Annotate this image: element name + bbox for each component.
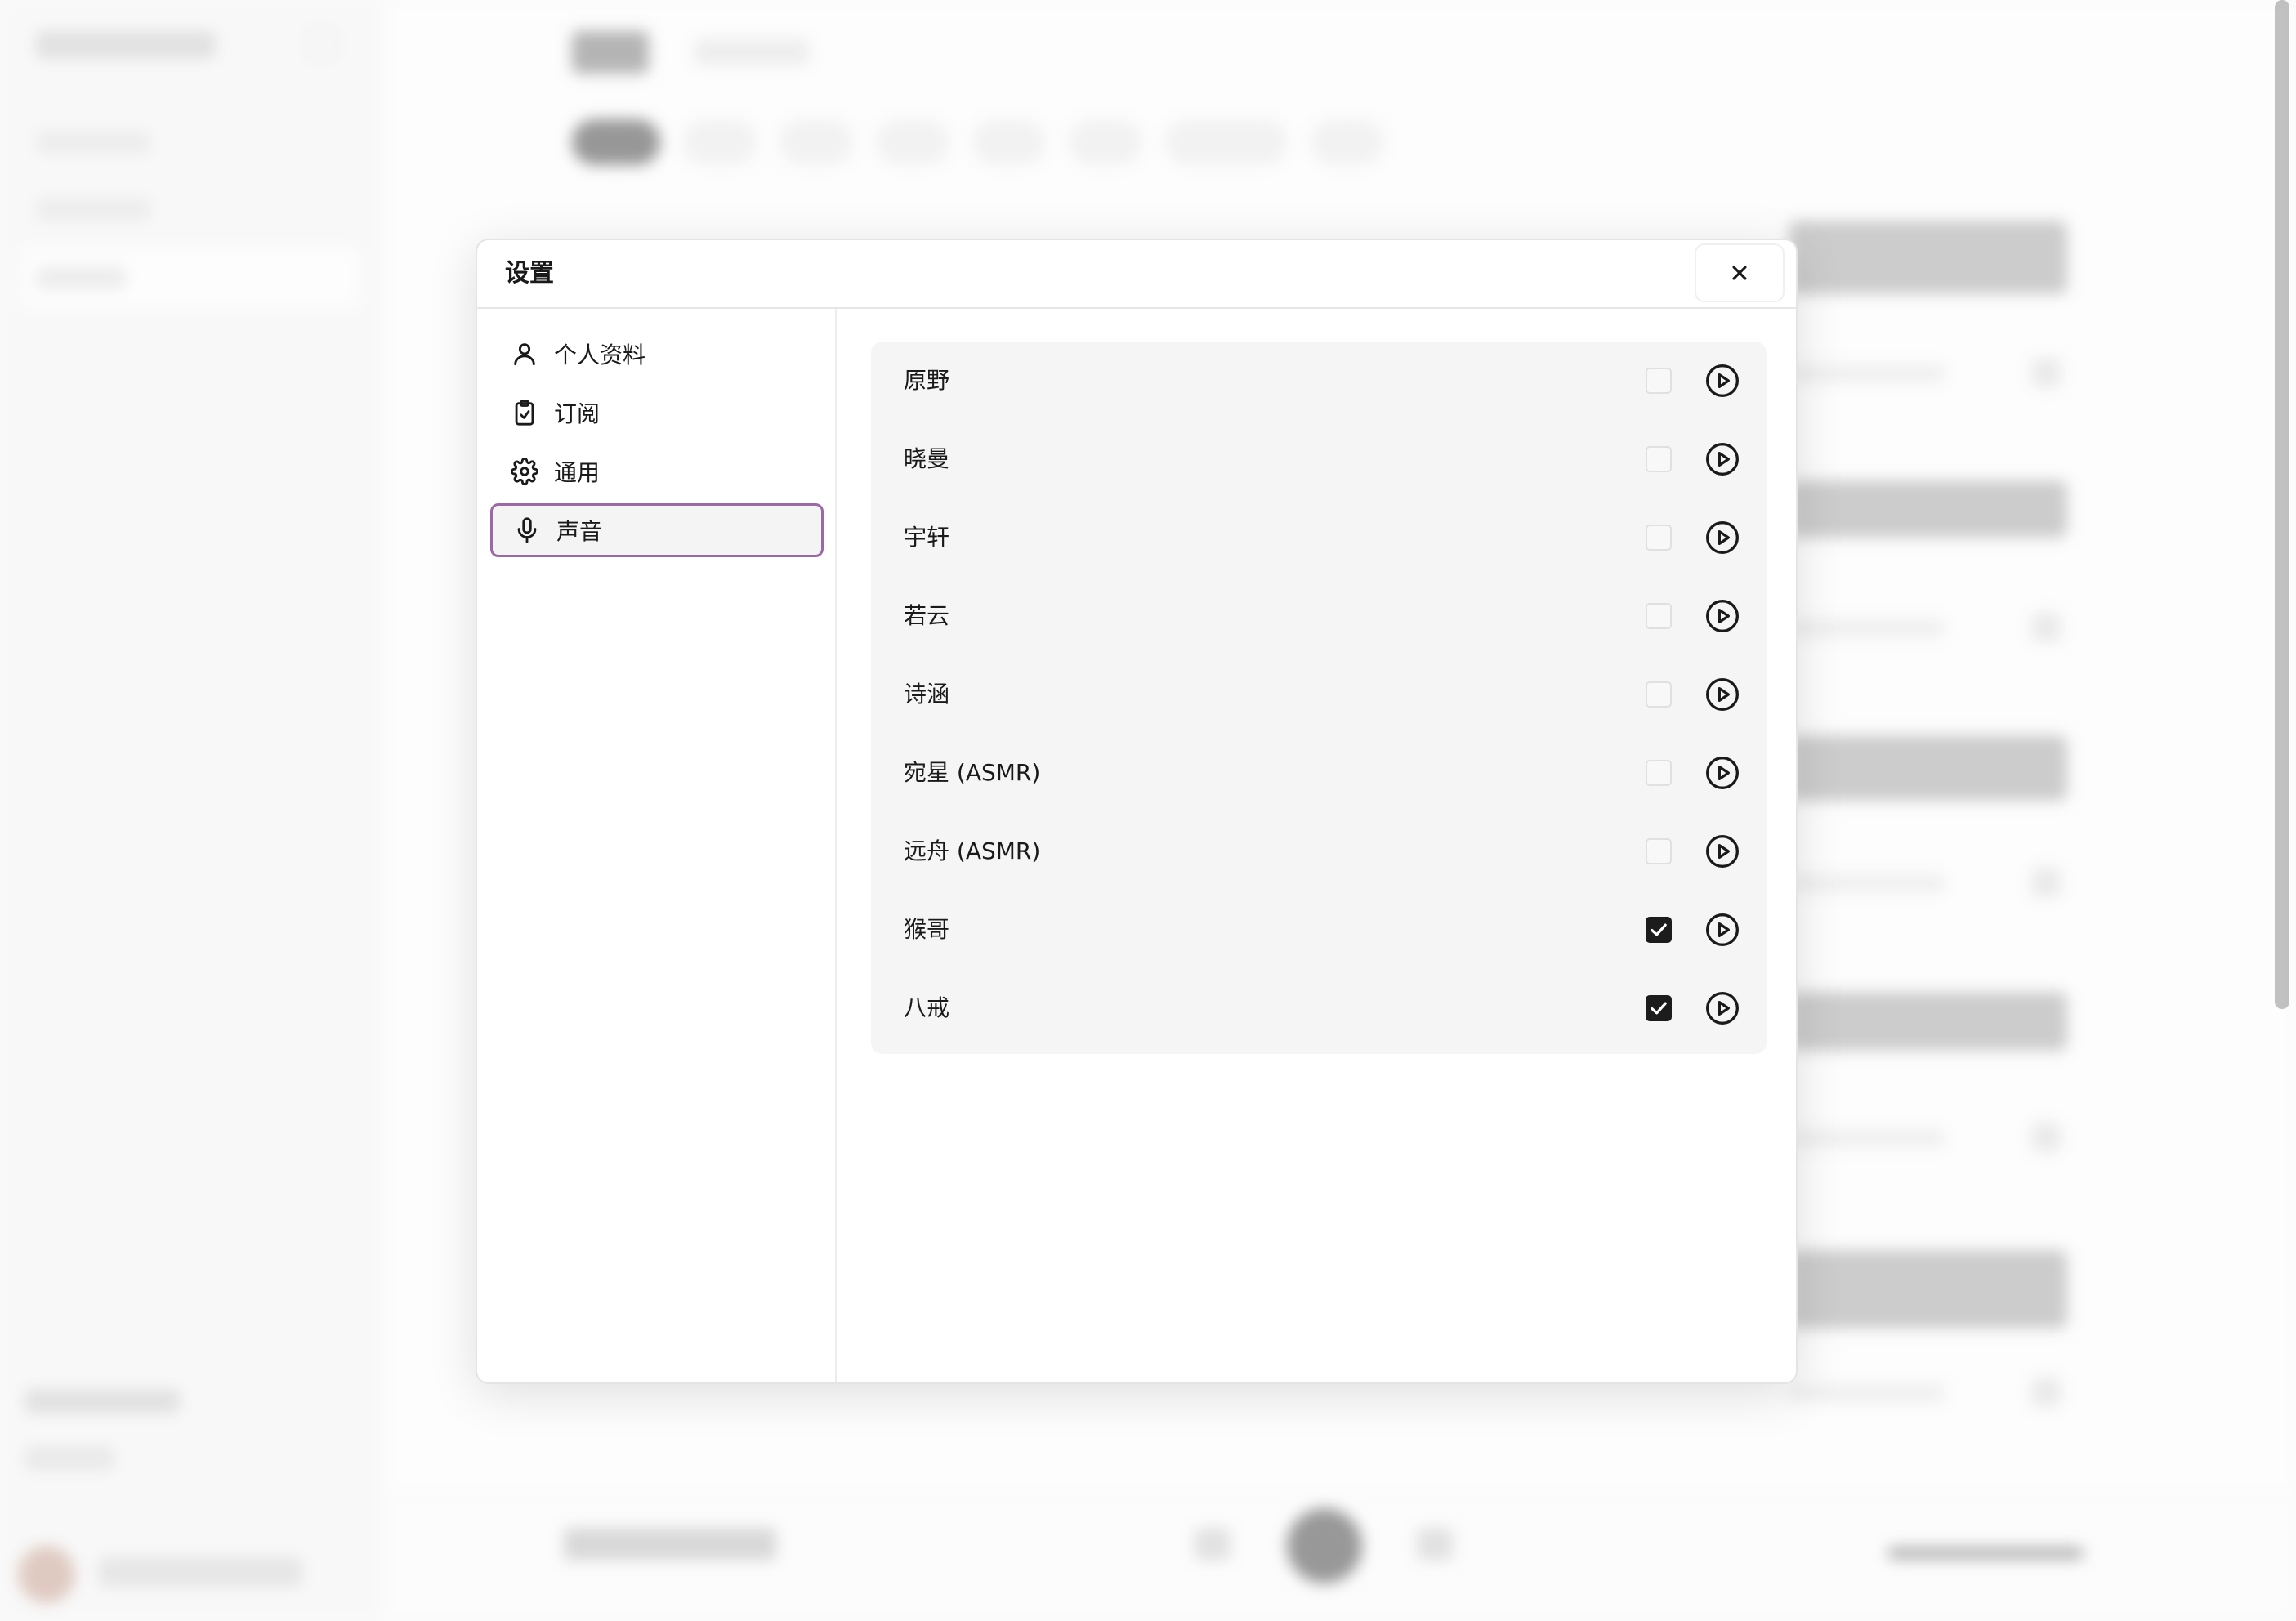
voice-row: 猴哥	[871, 891, 1767, 969]
checkmark-icon	[1651, 1002, 1667, 1015]
play-circle-icon[interactable]	[1704, 912, 1740, 948]
play-circle-icon[interactable]	[1704, 677, 1740, 712]
voice-checkbox[interactable]	[1646, 446, 1672, 472]
voice-name: 原野	[904, 367, 950, 394]
voice-name: 若云	[904, 602, 950, 629]
voice-checkbox[interactable]	[1646, 838, 1672, 864]
voice-list: 原野 晓曼 宇轩 若云 诗涵 宛星 (ASMR) 远舟 (ASMR) 猴哥 八戒	[871, 342, 1767, 1054]
sidebar-item-profile[interactable]: 个人资料	[490, 327, 824, 381]
microphone-icon	[511, 514, 543, 547]
voice-row: 宛星 (ASMR)	[871, 734, 1767, 812]
voice-checkbox[interactable]	[1646, 603, 1672, 629]
voice-checkbox[interactable]	[1646, 917, 1672, 943]
voice-row: 诗涵	[871, 655, 1767, 734]
play-circle-icon[interactable]	[1704, 755, 1740, 791]
voice-checkbox[interactable]	[1646, 368, 1672, 394]
dialog-title: 设置	[505, 259, 554, 288]
close-icon	[1732, 266, 1747, 280]
voice-name: 晓曼	[904, 445, 950, 472]
page-scrollbar[interactable]	[2275, 0, 2289, 1009]
play-circle-icon[interactable]	[1704, 520, 1740, 556]
close-button[interactable]	[1695, 243, 1785, 302]
sidebar-item-general[interactable]: 通用	[490, 444, 824, 498]
voice-checkbox[interactable]	[1646, 995, 1672, 1021]
voice-row: 若云	[871, 577, 1767, 655]
play-circle-icon[interactable]	[1704, 363, 1740, 399]
voice-row: 远舟 (ASMR)	[871, 812, 1767, 891]
sidebar-item-label: 个人资料	[554, 342, 646, 368]
checkmark-icon	[1651, 923, 1667, 936]
clipboard-check-icon	[508, 396, 541, 429]
sidebar-item-label: 声音	[556, 518, 603, 545]
voice-name: 宛星 (ASMR)	[904, 759, 1041, 786]
voice-name: 猴哥	[904, 916, 950, 943]
voice-name: 宇轩	[904, 524, 950, 551]
voice-row: 宇轩	[871, 498, 1767, 577]
sidebar-item-label: 通用	[554, 459, 601, 486]
voice-name: 八戒	[904, 994, 950, 1021]
play-circle-icon[interactable]	[1704, 598, 1740, 634]
voice-checkbox[interactable]	[1646, 525, 1672, 551]
play-circle-icon[interactable]	[1704, 833, 1740, 869]
sidebar-item-subscription[interactable]: 订阅	[490, 386, 824, 440]
voice-checkbox[interactable]	[1646, 681, 1672, 708]
voice-name: 诗涵	[904, 681, 950, 708]
settings-dialog: 设置 个人资料 订阅 通用 声音 原野 晓曼 宇轩 若云 诗涵 宛星 (ASMR…	[476, 239, 1798, 1384]
gear-icon	[508, 455, 541, 488]
voice-row: 原野	[871, 342, 1767, 420]
sidebar-item-label: 订阅	[554, 400, 601, 427]
play-circle-icon[interactable]	[1704, 990, 1740, 1026]
dialog-header: 设置	[477, 240, 1796, 309]
settings-sidebar: 个人资料 订阅 通用 声音	[477, 309, 837, 1382]
play-circle-icon[interactable]	[1704, 441, 1740, 477]
sidebar-item-voice[interactable]: 声音	[490, 503, 824, 557]
voice-row: 晓曼	[871, 420, 1767, 498]
voice-row: 八戒	[871, 969, 1767, 1047]
voice-name: 远舟 (ASMR)	[904, 837, 1041, 864]
user-icon	[508, 337, 541, 370]
voice-checkbox[interactable]	[1646, 760, 1672, 786]
